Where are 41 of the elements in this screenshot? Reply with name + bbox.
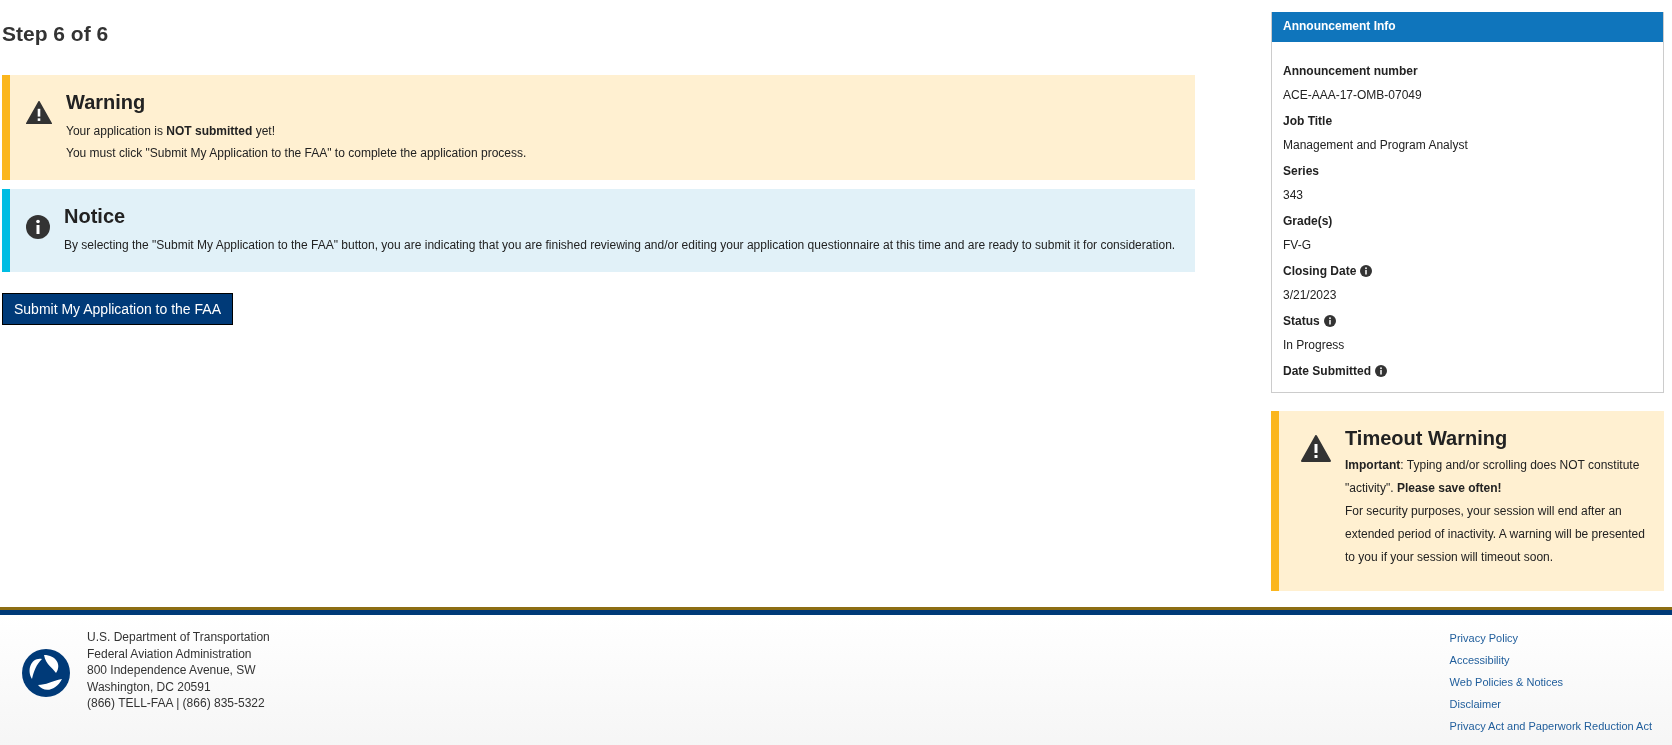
field-value: FV-G: [1283, 237, 1312, 254]
field-label: Closing Date: [1283, 263, 1357, 280]
alert-title: Warning: [66, 91, 147, 114]
field-value: ACE-AAA-17-OMB-07049: [1283, 87, 1423, 104]
info-icon: [1360, 265, 1373, 277]
alert-text: You must click "Submit My Application to the FAA" to complete the application process.: [66, 146, 527, 160]
alert-text: For security purposes, your session will end after an extended period of inactivity. A warning will be presented to you if your session will timeout soon.: [1345, 504, 1645, 564]
info-icon: [1323, 315, 1336, 327]
address-line: U.S. Department of Transportation: [87, 629, 270, 646]
footer-link[interactable]: Accessibility: [1449, 653, 1652, 668]
field-label: Status: [1283, 313, 1320, 330]
submit-button[interactable]: Submit My Application to the FAA: [2, 293, 233, 325]
panel-header: Announcement Info: [1272, 12, 1663, 42]
alert-text: Important: Typing and/or scrolling does NOT constitute "activity". Please save often!: [1345, 458, 1640, 495]
address-line: Federal Aviation Administration: [87, 645, 253, 662]
field-label: Job Title: [1283, 113, 1333, 130]
field-value: Management and Program Analyst: [1283, 137, 1469, 154]
address-line: Washington, DC 20591: [87, 678, 212, 695]
alert-title: Timeout Warning: [1345, 427, 1509, 450]
footer-link[interactable]: Web Policies & Notices: [1449, 675, 1652, 690]
alert-text: By selecting the "Submit My Application to the FAA" button, you are indicating that you are finished reviewing and/or editing your application questionnaire at this time and are ready to submit it for consideration.: [64, 238, 1176, 252]
field-label: Announcement number: [1283, 63, 1418, 80]
field-value: 343: [1283, 187, 1305, 204]
alert-title: Notice: [64, 205, 127, 228]
field-label: Date Submitted: [1283, 363, 1371, 380]
footer-link[interactable]: Disclaimer: [1449, 697, 1652, 712]
address-line: 800 Independence Avenue, SW: [87, 662, 257, 679]
field-label: Series: [1283, 163, 1320, 180]
field-value: 3/21/2023: [1283, 287, 1338, 304]
info-icon: [26, 215, 50, 239]
alert-text: Your application is NOT submitted yet!: [66, 124, 275, 138]
info-icon: [1375, 365, 1387, 377]
address-line: (866) TELL-FAA | (866) 835-5322: [87, 695, 266, 712]
footer-link[interactable]: Privacy Act and Paperwork Reduction Act: [1449, 719, 1652, 734]
footer-link[interactable]: Privacy Policy: [1449, 631, 1652, 646]
field-value: In Progress: [1283, 337, 1346, 354]
field-label: Grade(s): [1283, 213, 1333, 230]
step-title: Step 6 of 6: [2, 22, 110, 46]
warning-icon: [26, 101, 52, 125]
logo-icon: [22, 649, 70, 697]
warning-icon: [1301, 435, 1331, 462]
